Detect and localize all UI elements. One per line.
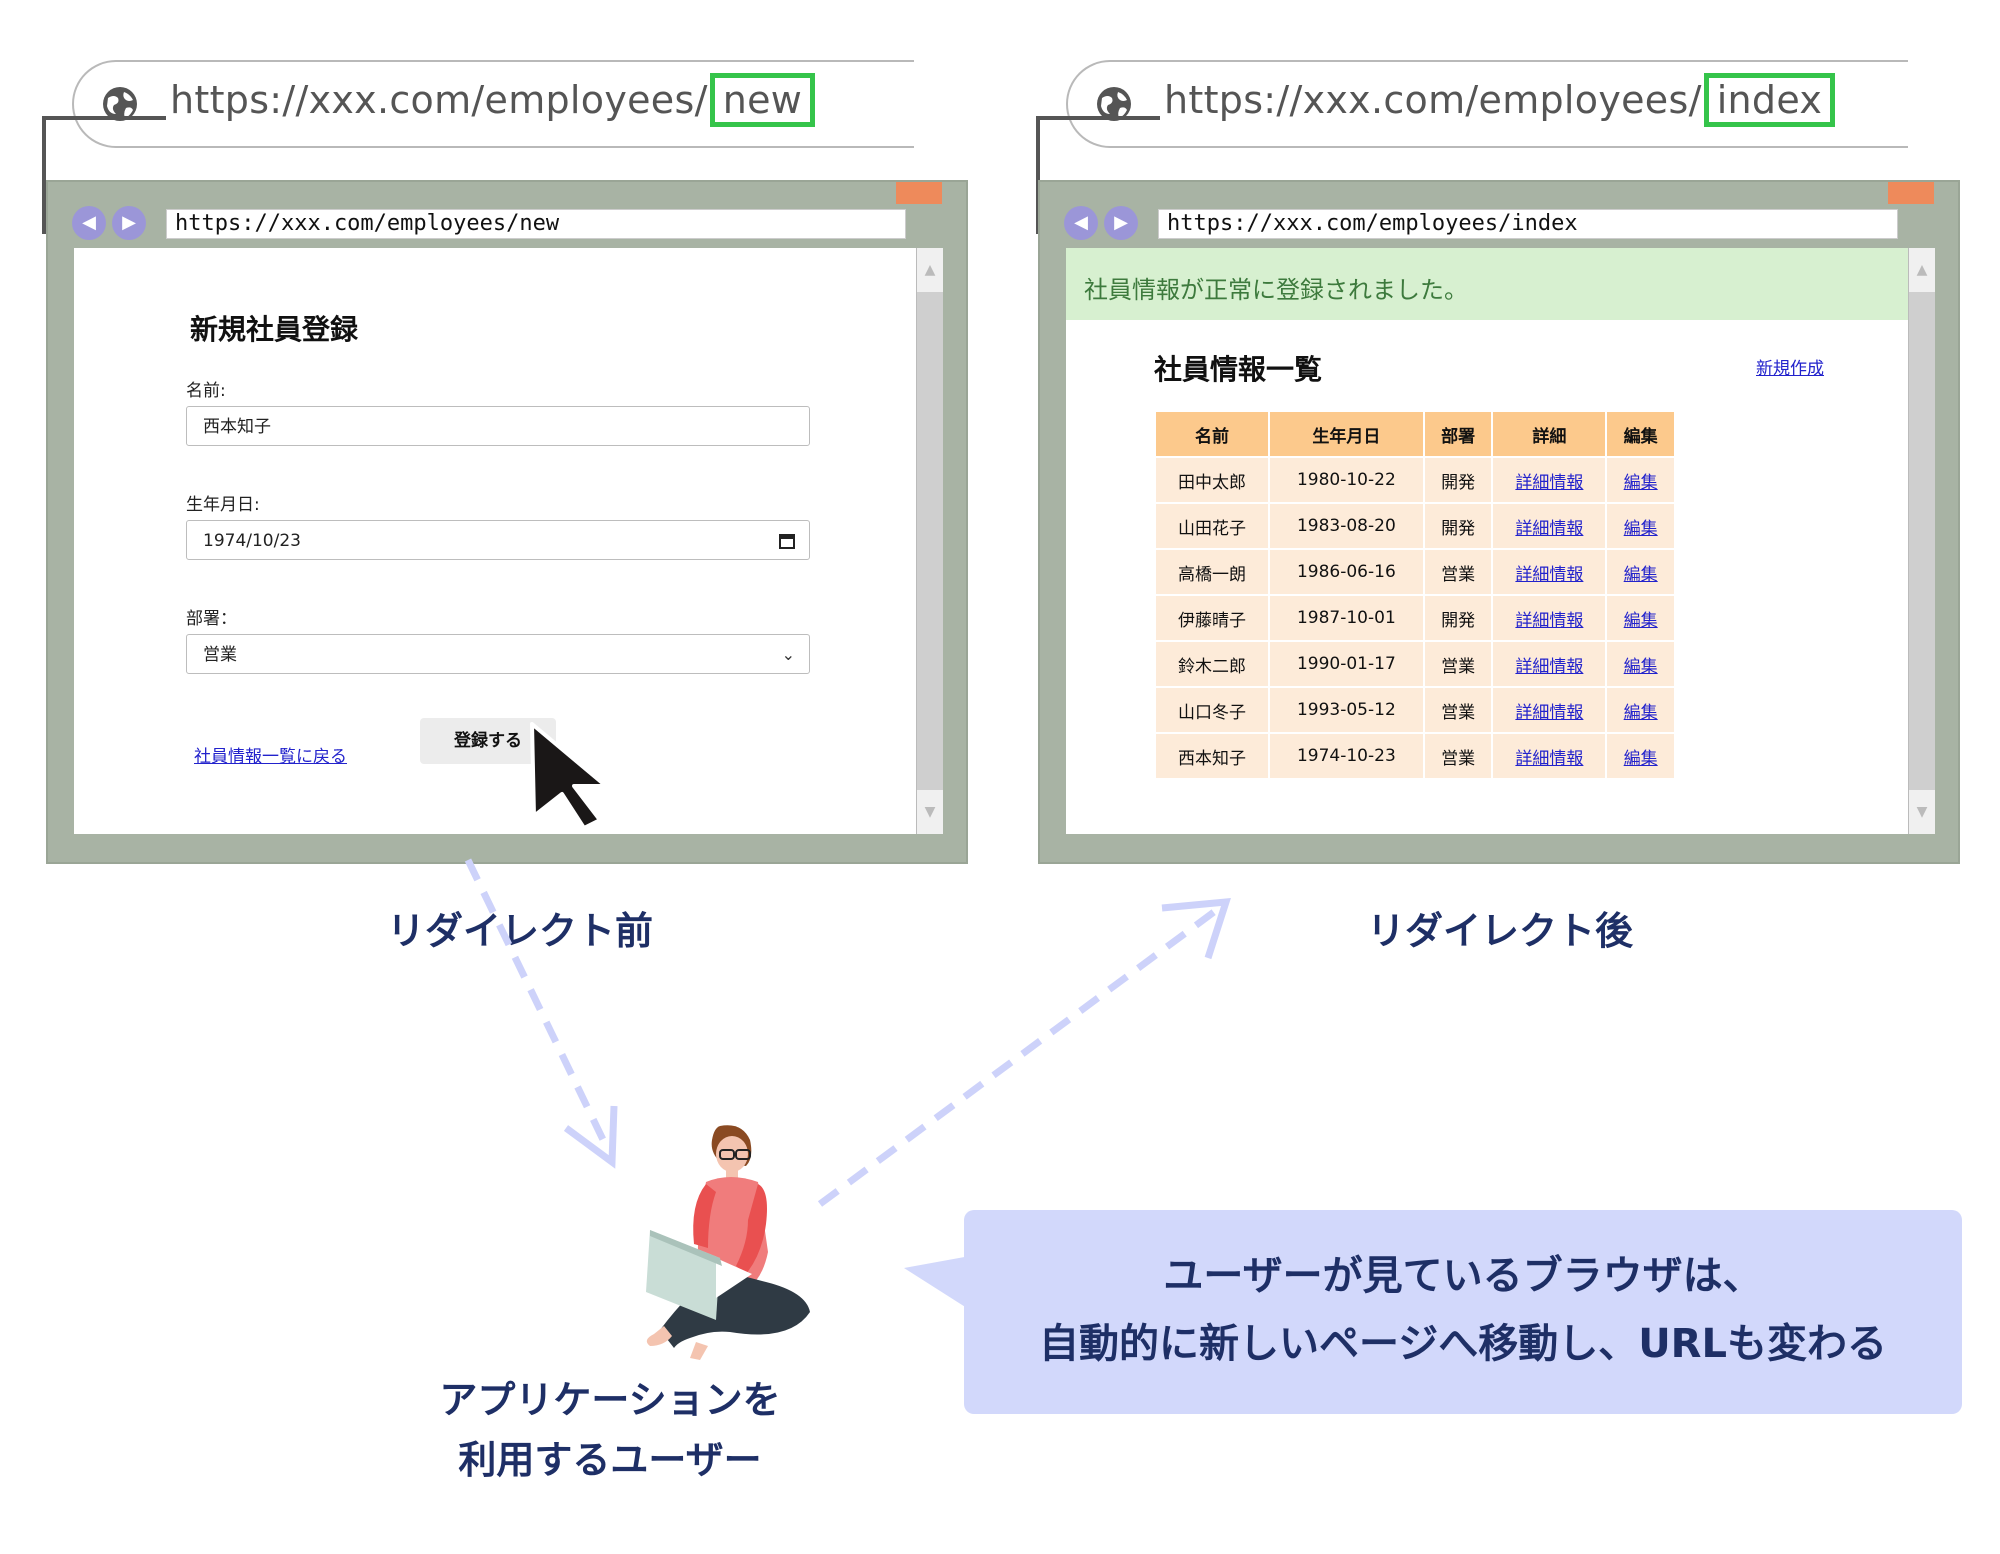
user-caption: アプリケーションを 利用するユーザー <box>390 1370 830 1490</box>
callout-pointer <box>904 1256 970 1310</box>
callout-line2: 自動的に新しいページへ移動し、URLも変わる <box>1039 1321 1887 1367</box>
arrow-up-to-after <box>817 903 1225 1207</box>
arrow-down-to-user <box>464 858 612 1152</box>
callout-line1: ユーザーが見ているブラウザは、 <box>1163 1253 1763 1299</box>
user-with-laptop-illustration <box>646 1125 810 1360</box>
arrow-down-head <box>563 1105 618 1169</box>
user-caption-line2: 利用するユーザー <box>458 1438 762 1482</box>
user-caption-line1: アプリケーションを <box>439 1378 781 1422</box>
explanation-callout: ユーザーが見ているブラウザは、 自動的に新しいページへ移動し、URLも変わる <box>964 1210 1962 1414</box>
arrow-up-head <box>1161 898 1231 960</box>
